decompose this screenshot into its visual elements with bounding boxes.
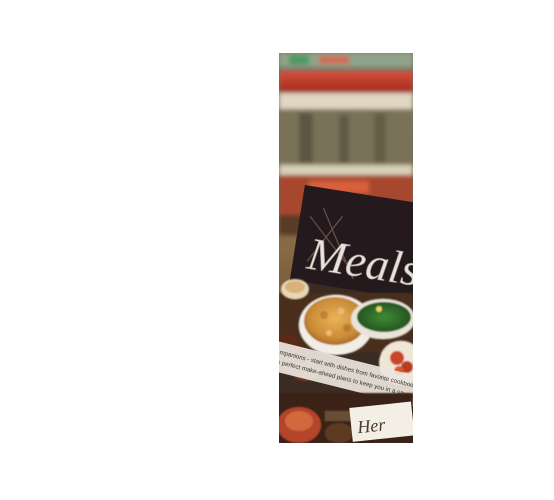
magazine-photo: Meals Th xyxy=(279,53,413,443)
corner-label-text: Her xyxy=(355,414,387,437)
corner-label: Her xyxy=(349,401,413,442)
